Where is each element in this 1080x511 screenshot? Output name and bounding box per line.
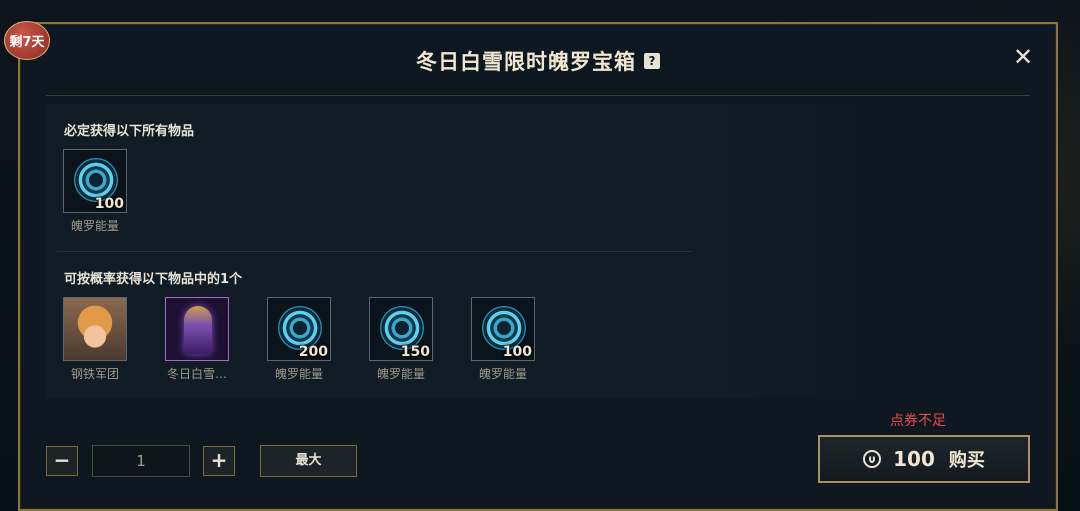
reward-item[interactable]: 100 魄罗能量 — [468, 297, 538, 382]
close-icon[interactable]: ✕ — [1012, 45, 1034, 69]
reward-item[interactable]: 150 魄罗能量 — [366, 297, 436, 382]
header-divider — [46, 95, 1030, 96]
buy-label: 购买 — [948, 450, 985, 471]
reward-quantity: 100 — [502, 344, 532, 360]
dialog-header: 冬日白雪限时魄罗宝箱? — [20, 46, 1056, 76]
increase-quantity-button[interactable]: + — [203, 446, 235, 476]
price-amount: 100 — [893, 447, 935, 471]
reward-item[interactable]: 冬日白雪… — [162, 297, 232, 382]
reward-name: 魄罗能量 — [70, 219, 119, 233]
decrease-quantity-button[interactable]: − — [46, 446, 78, 476]
reward-tile: 100 — [471, 297, 535, 361]
reward-name: 钢铁军团 — [70, 367, 119, 381]
time-left-badge: 剩7天 — [4, 21, 50, 60]
max-quantity-button[interactable]: 最大 — [260, 445, 357, 477]
champion-portrait-icon — [64, 298, 126, 360]
reward-name: 魄罗能量 — [478, 367, 527, 381]
insufficient-funds-warning: 点券不足 — [890, 413, 946, 429]
reward-name: 魄罗能量 — [376, 367, 425, 381]
chest-dialog: 冬日白雪限时魄罗宝箱? ✕ 必定获得以下所有物品 100 魄罗能量 可按概率获得… — [18, 22, 1058, 511]
help-icon[interactable]: ? — [644, 53, 660, 69]
section-divider — [57, 251, 692, 252]
random-section-title: 可按概率获得以下物品中的1个 — [64, 272, 243, 287]
reward-tile: 150 — [369, 297, 433, 361]
reward-item[interactable]: 钢铁军团 — [60, 297, 130, 382]
reward-tile: 100 — [63, 149, 127, 213]
quantity-input[interactable]: 1 — [92, 445, 190, 477]
reward-quantity: 200 — [298, 344, 328, 360]
reward-tile — [165, 297, 229, 361]
dialog-title: 冬日白雪限时魄罗宝箱 — [416, 50, 636, 74]
guaranteed-section-title: 必定获得以下所有物品 — [64, 124, 195, 139]
reward-tile: 200 — [267, 297, 331, 361]
rewards-panel: 必定获得以下所有物品 100 魄罗能量 可按概率获得以下物品中的1个 钢铁军团 … — [47, 104, 878, 398]
buy-button[interactable]: 100 购买 — [818, 435, 1030, 483]
reward-item[interactable]: 100 魄罗能量 — [60, 149, 130, 234]
reward-name: 冬日白雪… — [166, 367, 227, 381]
reward-name: 魄罗能量 — [274, 367, 323, 381]
reward-item[interactable]: 200 魄罗能量 — [264, 297, 334, 382]
reward-quantity: 100 — [94, 196, 124, 212]
totem-icon — [184, 306, 212, 354]
reward-quantity: 150 — [400, 344, 430, 360]
reward-tile — [63, 297, 127, 361]
rp-coin-icon — [863, 450, 882, 468]
